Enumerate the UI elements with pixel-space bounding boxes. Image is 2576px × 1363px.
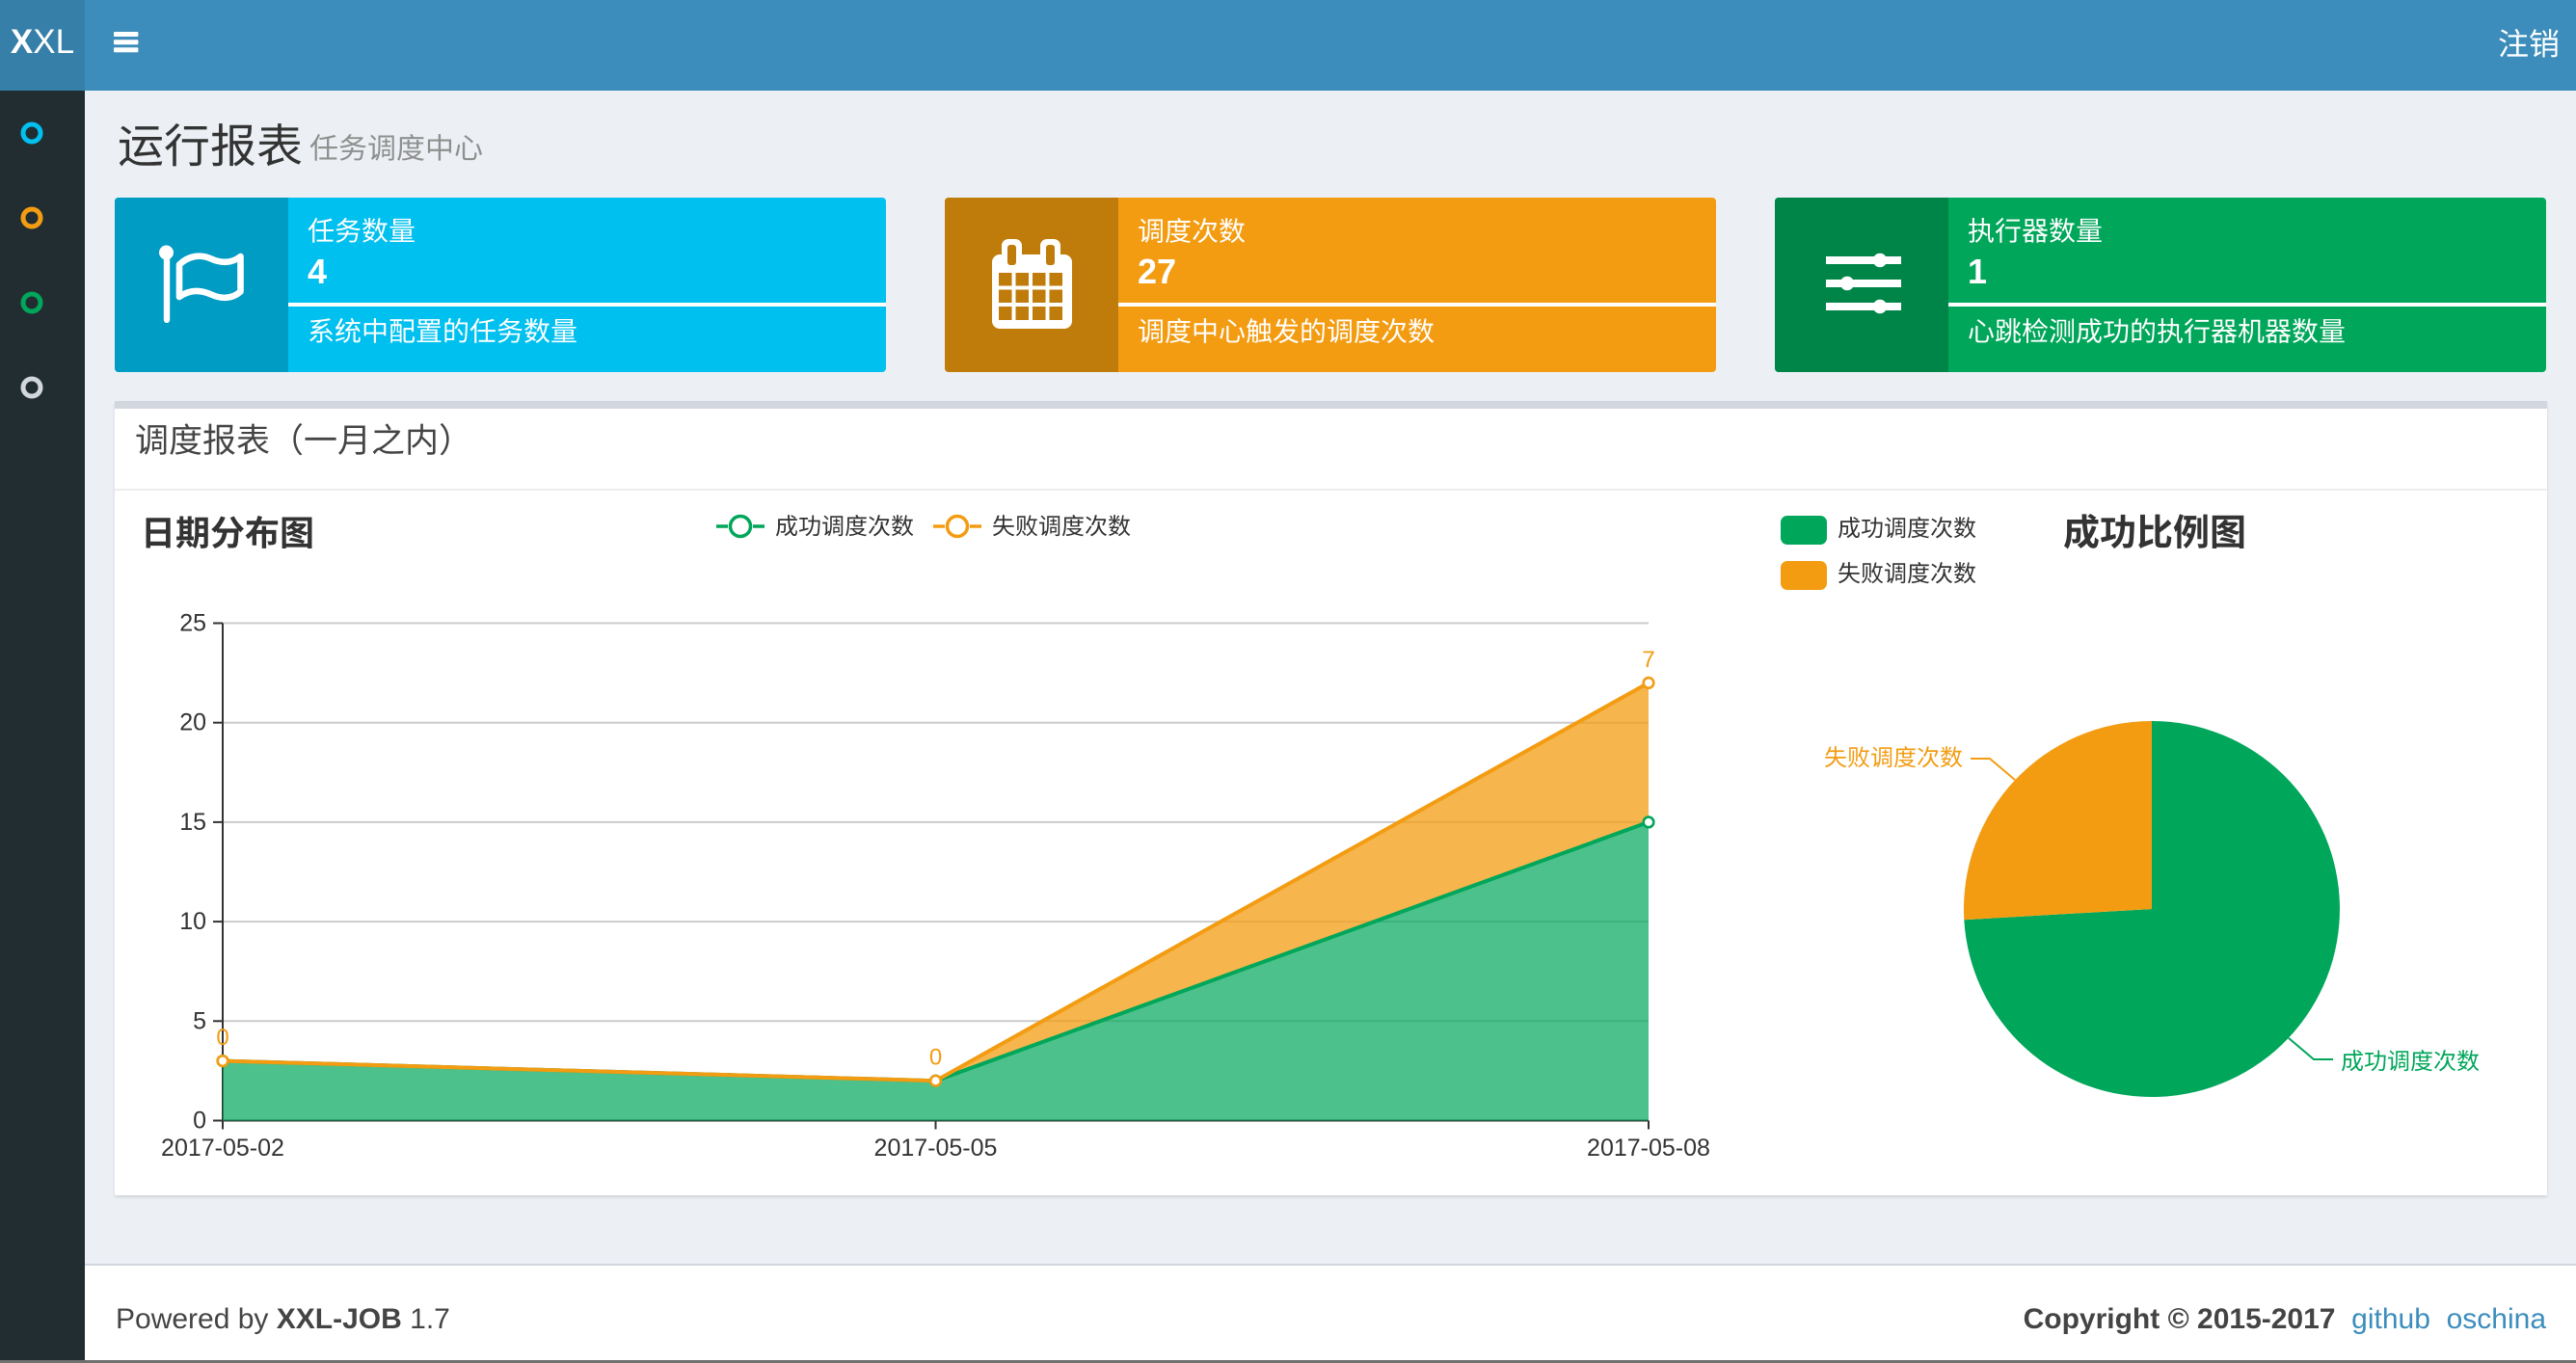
svg-text:0: 0 (193, 1108, 206, 1135)
svg-text:2017-05-02: 2017-05-02 (161, 1135, 284, 1162)
svg-text:7: 7 (1642, 647, 1654, 673)
svg-text:25: 25 (179, 610, 206, 637)
svg-text:2017-05-08: 2017-05-08 (1587, 1135, 1710, 1162)
svg-text:10: 10 (179, 908, 206, 935)
svg-text:0: 0 (929, 1045, 942, 1071)
svg-text:20: 20 (179, 709, 206, 736)
svg-text:0: 0 (216, 1025, 228, 1051)
svg-text:2017-05-05: 2017-05-05 (874, 1135, 998, 1162)
svg-text:15: 15 (179, 809, 206, 836)
svg-text:5: 5 (193, 1007, 206, 1034)
